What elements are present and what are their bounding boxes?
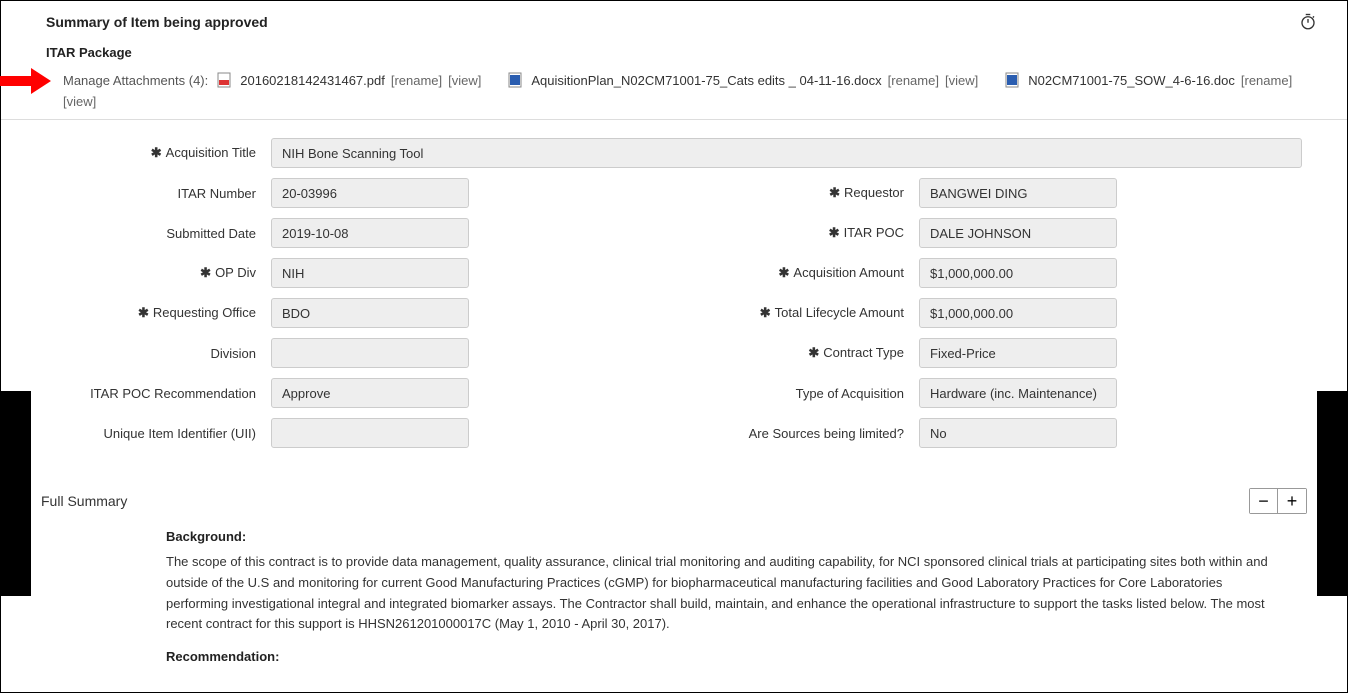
itar-poc-field[interactable] (919, 218, 1117, 248)
requestor-label: ✱Requestor (694, 185, 919, 201)
pdf-icon (216, 72, 232, 88)
acquisition-title-label: ✱Acquisition Title (46, 145, 271, 161)
acquisition-amount-field[interactable] (919, 258, 1117, 288)
doc-icon (1004, 72, 1020, 88)
itar-number-field[interactable] (271, 178, 469, 208)
sources-limited-field[interactable] (919, 418, 1117, 448)
doc-icon (507, 72, 523, 88)
attachment-filename[interactable]: N02CM71001-75_SOW_4-6-16.doc (1028, 73, 1235, 88)
rename-link[interactable]: [rename] (888, 73, 939, 88)
uii-label: Unique Item Identifier (UII) (46, 426, 271, 441)
lifecycle-amount-field[interactable] (919, 298, 1117, 328)
page-title: Summary of Item being approved (46, 14, 268, 30)
division-field[interactable] (271, 338, 469, 368)
acquisition-title-field[interactable] (271, 138, 1302, 168)
acquisition-type-field[interactable] (919, 378, 1117, 408)
contract-type-field[interactable] (919, 338, 1117, 368)
attachment-filename[interactable]: 20160218142431467.pdf (240, 73, 385, 88)
itar-poc-label: ✱ITAR POC (694, 225, 919, 241)
view-link[interactable]: [view] (63, 94, 96, 109)
requesting-office-label: ✱Requesting Office (46, 305, 271, 321)
background-heading: Background: (166, 529, 1287, 544)
expand-button[interactable]: + (1278, 489, 1306, 513)
view-link[interactable]: [view] (945, 73, 978, 88)
itar-poc-rec-label: ITAR POC Recommendation (46, 386, 271, 401)
attachment-filename[interactable]: AquisitionPlan_N02CM71001-75_Cats edits … (531, 73, 881, 88)
op-div-label: ✱OP Div (46, 265, 271, 281)
view-link[interactable]: [view] (448, 73, 481, 88)
acquisition-amount-label: ✱Acquisition Amount (694, 265, 919, 281)
division-label: Division (46, 346, 271, 361)
callout-arrow-icon (0, 68, 51, 94)
full-summary-title: Full Summary (41, 493, 127, 509)
itar-poc-rec-field[interactable] (271, 378, 469, 408)
uii-field[interactable] (271, 418, 469, 448)
manage-attachments-label[interactable]: Manage Attachments (4): (63, 73, 208, 88)
lifecycle-amount-label: ✱Total Lifecycle Amount (694, 305, 919, 321)
background-text: The scope of this contract is to provide… (166, 552, 1287, 635)
requestor-field[interactable] (919, 178, 1117, 208)
acquisition-type-label: Type of Acquisition (694, 386, 919, 401)
submitted-date-label: Submitted Date (46, 226, 271, 241)
rename-link[interactable]: [rename] (1241, 73, 1292, 88)
attachments-row: Manage Attachments (4): 2016021814243146… (63, 72, 1317, 109)
collapse-button[interactable]: − (1250, 489, 1278, 513)
package-title: ITAR Package (46, 45, 1317, 60)
rename-link[interactable]: [rename] (391, 73, 442, 88)
recommendation-heading: Recommendation: (166, 649, 1287, 664)
op-div-field[interactable] (271, 258, 469, 288)
requesting-office-field[interactable] (271, 298, 469, 328)
sources-limited-label: Are Sources being limited? (694, 426, 919, 441)
itar-number-label: ITAR Number (46, 186, 271, 201)
contract-type-label: ✱Contract Type (694, 345, 919, 361)
submitted-date-field[interactable] (271, 218, 469, 248)
timer-icon[interactable] (1299, 13, 1317, 31)
